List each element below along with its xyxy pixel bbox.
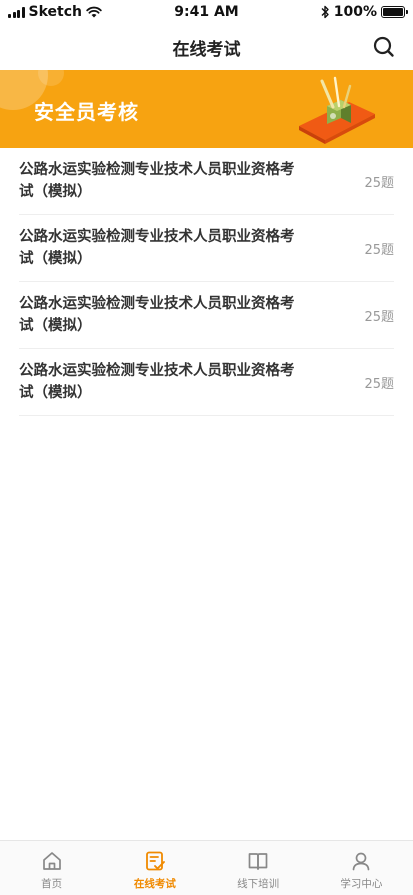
bluetooth-icon — [321, 5, 329, 19]
question-count: 25题 — [364, 243, 394, 258]
exam-list: 公路水运实验检测专业技术人员职业资格考试（模拟） 25题 公路水运实验检测专业技… — [0, 148, 413, 416]
user-icon — [353, 852, 370, 871]
status-left: Sketch — [8, 4, 102, 20]
battery-percent: 100% — [333, 4, 377, 20]
status-right: 100% — [320, 4, 408, 20]
home-icon — [42, 852, 61, 870]
exam-item[interactable]: 公路水运实验检测专业技术人员职业资格考试（模拟） 25题 — [19, 282, 394, 349]
tab-bar: 首页 在线考试 线下培训 学习中心 — [0, 840, 413, 895]
banner-title: 安全员考核 — [34, 100, 139, 124]
carrier-label: Sketch — [28, 4, 82, 20]
battery-icon — [381, 6, 408, 18]
tab-home[interactable]: 首页 — [0, 841, 103, 895]
category-banner: 安全员考核 — [0, 70, 413, 148]
question-count: 25题 — [364, 377, 394, 392]
tab-label: 首页 — [41, 878, 63, 890]
book-icon — [248, 853, 268, 870]
pen-holder-illustration — [299, 76, 375, 144]
nav-bar: 在线考试 — [0, 24, 413, 70]
question-count: 25题 — [364, 310, 394, 325]
question-count: 25题 — [364, 176, 394, 191]
signal-icon — [8, 6, 25, 18]
exam-icon — [145, 851, 165, 871]
exam-title: 公路水运实验检测专业技术人员职业资格考试（模拟） — [19, 296, 295, 334]
exam-item[interactable]: 公路水运实验检测专业技术人员职业资格考试（模拟） 25题 — [19, 215, 394, 282]
exam-title: 公路水运实验检测专业技术人员职业资格考试（模拟） — [19, 229, 295, 267]
tab-training[interactable]: 线下培训 — [207, 841, 310, 895]
tab-label: 线下培训 — [237, 878, 280, 890]
search-button[interactable] — [371, 34, 397, 60]
exam-item[interactable]: 公路水运实验检测专业技术人员职业资格考试（模拟） 25题 — [19, 349, 394, 416]
exam-title: 公路水运实验检测专业技术人员职业资格考试（模拟） — [19, 363, 295, 401]
tab-exam[interactable]: 在线考试 — [103, 841, 206, 895]
page-title: 在线考试 — [172, 39, 241, 60]
exam-item[interactable]: 公路水运实验检测专业技术人员职业资格考试（模拟） 25题 — [19, 148, 394, 215]
search-icon — [373, 36, 394, 57]
tab-learning-center[interactable]: 学习中心 — [310, 841, 413, 895]
status-bar: Sketch 9:41 AM 100% — [0, 0, 413, 24]
exam-title: 公路水运实验检测专业技术人员职业资格考试（模拟） — [19, 162, 295, 200]
wifi-icon — [86, 6, 102, 18]
tab-label: 在线考试 — [133, 878, 176, 890]
tab-label: 学习中心 — [340, 878, 383, 890]
